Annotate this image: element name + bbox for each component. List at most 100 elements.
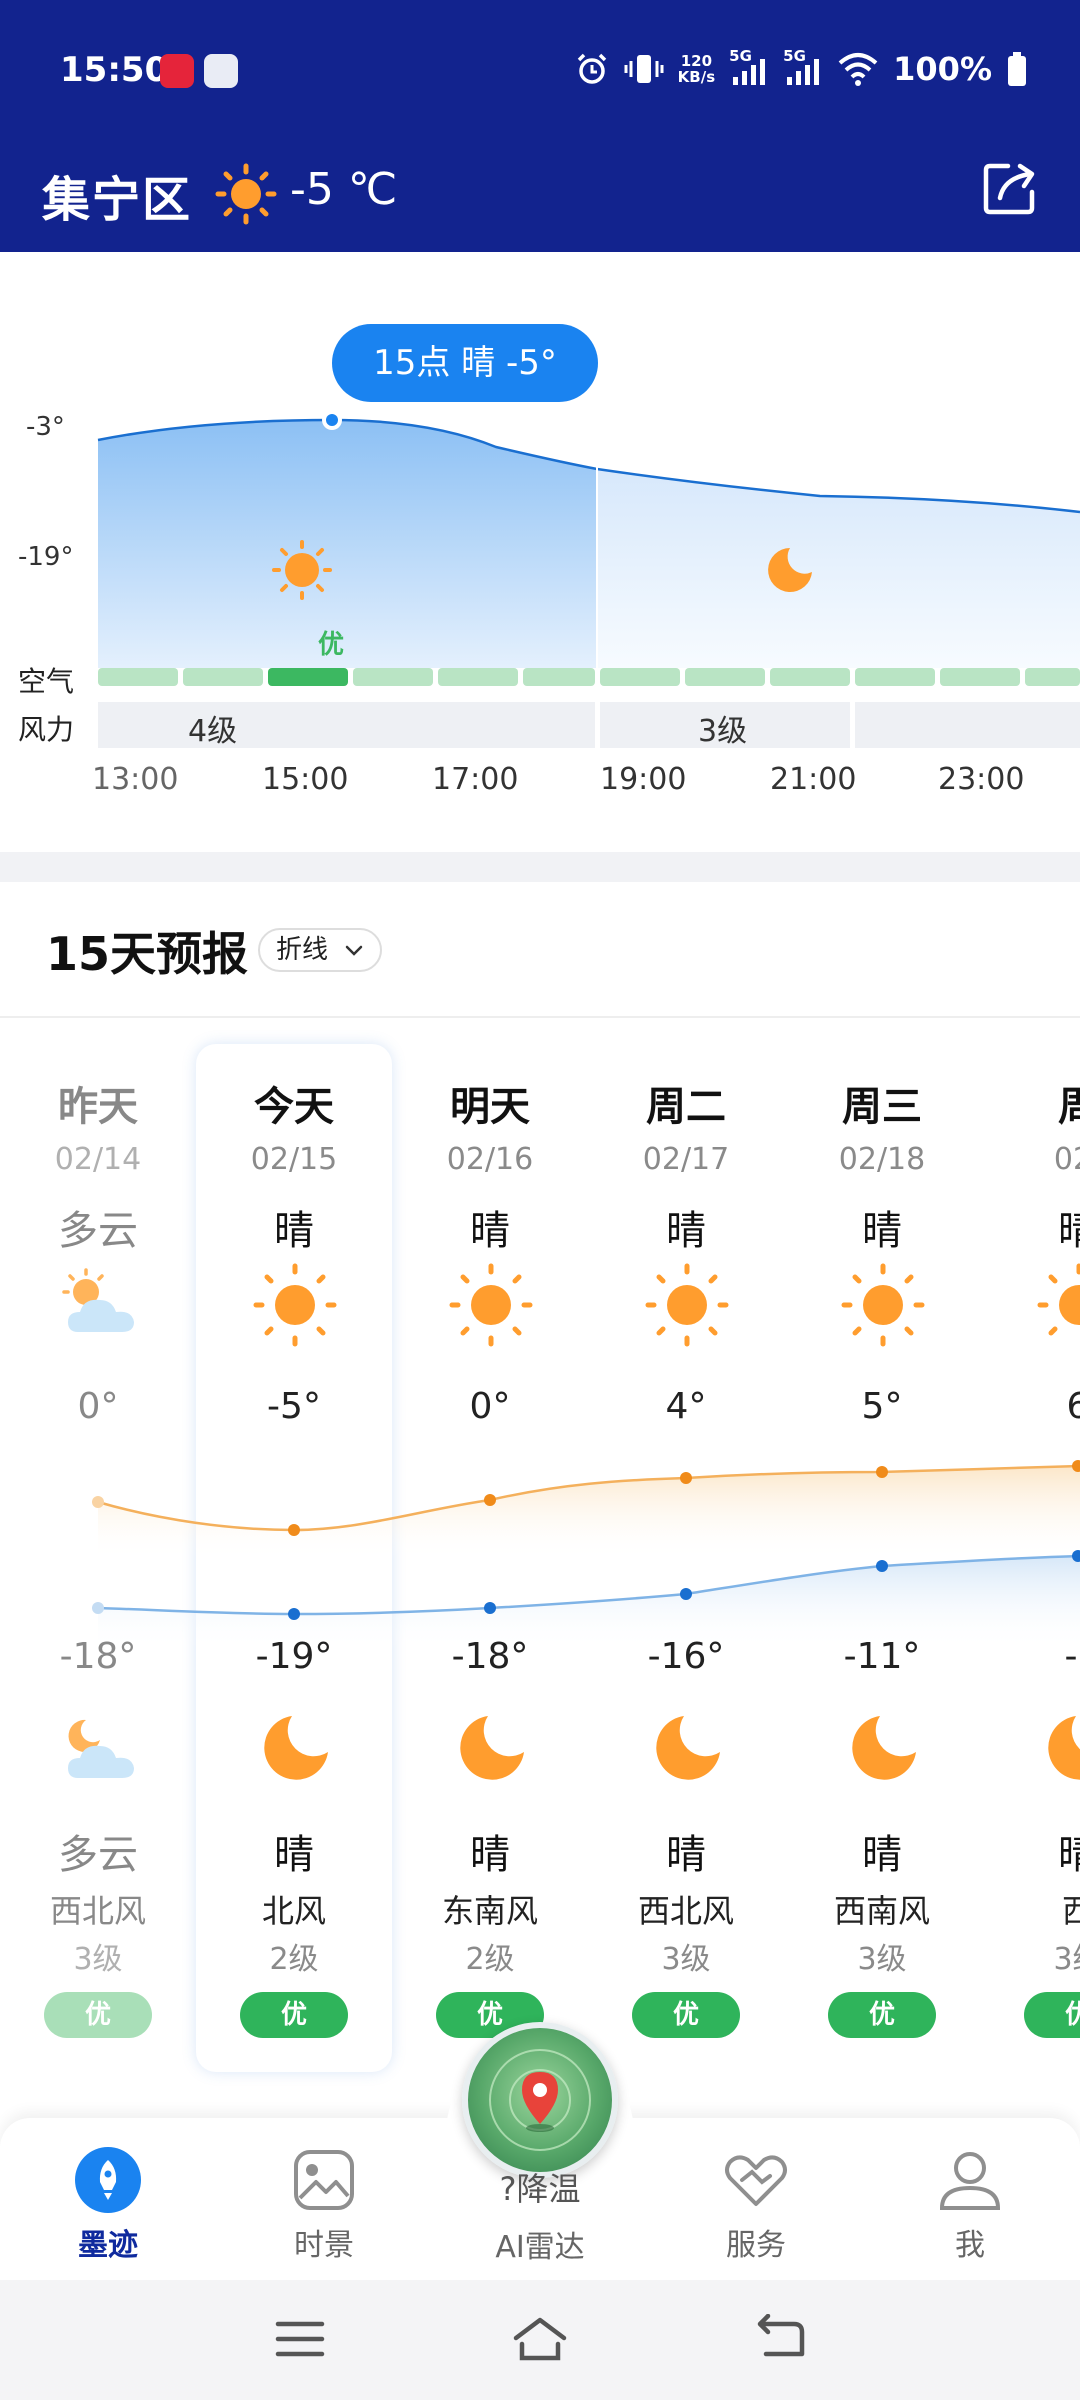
day-low: -19° — [255, 1636, 333, 1677]
signal-1: 5G — [729, 47, 769, 87]
partly-cloudy-icon — [62, 1268, 134, 1332]
night-condition: 晴 — [666, 1832, 706, 1878]
day-condition: 晴 — [666, 1208, 706, 1254]
day-high: 0° — [77, 1386, 119, 1427]
battery-percent: 100% — [893, 50, 992, 88]
system-navigation-bar — [0, 2280, 1080, 2400]
day-name: 明天 — [450, 1084, 530, 1130]
day-name: 昨天 — [58, 1084, 138, 1130]
wind-direction: 西北风 — [49, 1892, 146, 1930]
sun-icon — [449, 1263, 533, 1347]
night-condition: 晴 — [274, 1832, 314, 1878]
aqi-badge: 优 — [1024, 1992, 1080, 2038]
day-high: 5° — [861, 1386, 903, 1427]
section-separator — [0, 852, 1080, 882]
wind-level: 3级 — [857, 1942, 907, 1977]
air-quality-row-label: 空气 — [18, 665, 75, 698]
current-hour-dot — [326, 414, 338, 426]
status-bar: 15:50 120 KB/s 5G 5G 100% — [0, 0, 1080, 140]
high-temp-point — [680, 1472, 692, 1484]
top-header: 集宁区 -5 ℃ — [0, 140, 1080, 252]
nav-label: 墨迹 — [78, 2228, 138, 2263]
moon-icon — [852, 1716, 916, 1780]
day-date: 02/ — [1053, 1142, 1080, 1177]
day-name: 周 — [1058, 1084, 1080, 1130]
sun-icon — [1037, 1263, 1080, 1336]
day-condition: 晴 — [470, 1208, 510, 1254]
past-area — [98, 420, 597, 668]
current-temperature: -5 ℃ — [290, 164, 398, 215]
day-name: 今天 — [254, 1084, 334, 1130]
aqi-badge: 优 — [44, 1992, 152, 2038]
city-name[interactable]: 集宁区 — [42, 160, 192, 230]
air-quality-marker: 优 — [318, 630, 345, 660]
nav-label-ai-radar[interactable]: AI雷达 — [440, 2222, 640, 2266]
nav-label: 时景 — [294, 2228, 354, 2263]
day-low: -16° — [647, 1636, 725, 1677]
nav-item-moji[interactable]: 墨迹 — [28, 2146, 188, 2266]
y-axis-bottom: -19° — [18, 542, 74, 572]
low-temp-point — [92, 1602, 104, 1614]
wind-level: 2级 — [465, 1942, 515, 1977]
signal-bars-icon — [733, 59, 766, 85]
status-indicators: 120 KB/s 5G 5G 100% — [574, 47, 1028, 88]
hour-label: 13:00 — [92, 762, 179, 797]
y-axis-top: -3° — [26, 412, 65, 442]
aqi-badge: 优 — [828, 1992, 936, 2038]
moon-icon — [264, 1716, 328, 1780]
high-temp-point — [876, 1466, 888, 1478]
night-condition: 晴 — [470, 1832, 510, 1878]
home-icon[interactable] — [510, 2314, 570, 2364]
moon-icon — [1048, 1716, 1080, 1780]
hourly-forecast[interactable]: 15点 晴 -5° -3° -19° 优 空气 风力 4级 3级 13:00 1… — [0, 252, 1080, 852]
wind-direction: 西 — [1061, 1892, 1080, 1930]
night-condition: 晴 — [1058, 1832, 1080, 1878]
wind-direction: 西北风 — [637, 1892, 734, 1930]
signal-2: 5G — [783, 47, 823, 87]
sun-icon — [215, 163, 277, 225]
day-date: 02/18 — [838, 1142, 926, 1177]
forecast-divider — [0, 1016, 1080, 1018]
day-high: 0° — [469, 1386, 511, 1427]
wind-bar — [98, 702, 1080, 748]
day-name: 周二 — [646, 1084, 726, 1130]
cloudy-night-icon — [68, 1719, 134, 1778]
menu-icon[interactable] — [270, 2314, 330, 2364]
wind-level: 2级 — [269, 1942, 319, 1977]
wind-level-2: 3级 — [698, 714, 748, 749]
chart-mode-dropdown[interactable]: 折线 — [258, 928, 383, 972]
back-icon[interactable] — [750, 2314, 810, 2364]
battery-icon — [1008, 52, 1026, 86]
ai-radar-button[interactable] — [462, 2022, 618, 2178]
wind-level: 3级 — [73, 1942, 123, 1977]
wind-level: 3级 — [661, 1942, 711, 1977]
day-high: 6 — [1066, 1386, 1080, 1427]
low-temp-point — [1072, 1550, 1080, 1562]
nav-item-scenes[interactable]: 时景 — [244, 2146, 404, 2266]
nav-item-me[interactable]: 我 — [890, 2146, 1050, 2266]
night-condition: 晴 — [862, 1832, 902, 1878]
day-date: 02/16 — [446, 1142, 534, 1177]
profile-icon — [939, 2152, 1001, 2210]
day-low: -18° — [451, 1636, 529, 1677]
radar-overlay-text: ?降温 — [499, 2170, 581, 2208]
day-name: 周三 — [842, 1084, 922, 1130]
hour-label: 19:00 — [600, 762, 687, 797]
share-icon[interactable] — [978, 156, 1042, 220]
day-condition: 晴 — [1058, 1208, 1080, 1254]
low-temp-point — [484, 1602, 496, 1614]
day-high: -5° — [267, 1386, 321, 1427]
wind-row-label: 风力 — [18, 713, 75, 746]
hour-label: 17:00 — [432, 762, 519, 797]
day-high: 4° — [665, 1386, 707, 1427]
day-low: -11° — [843, 1636, 921, 1677]
alarm-icon — [577, 53, 606, 84]
high-temp-point — [484, 1494, 496, 1506]
signal-bars-icon — [787, 59, 820, 85]
sun-icon — [645, 1263, 729, 1347]
low-temp-point — [680, 1588, 692, 1600]
chart-mode-label: 折线 — [276, 935, 329, 965]
redbook-app-icon — [160, 54, 194, 88]
forecast-title: 15天预报 — [46, 927, 249, 981]
nav-item-service[interactable]: 服务 — [676, 2146, 836, 2266]
